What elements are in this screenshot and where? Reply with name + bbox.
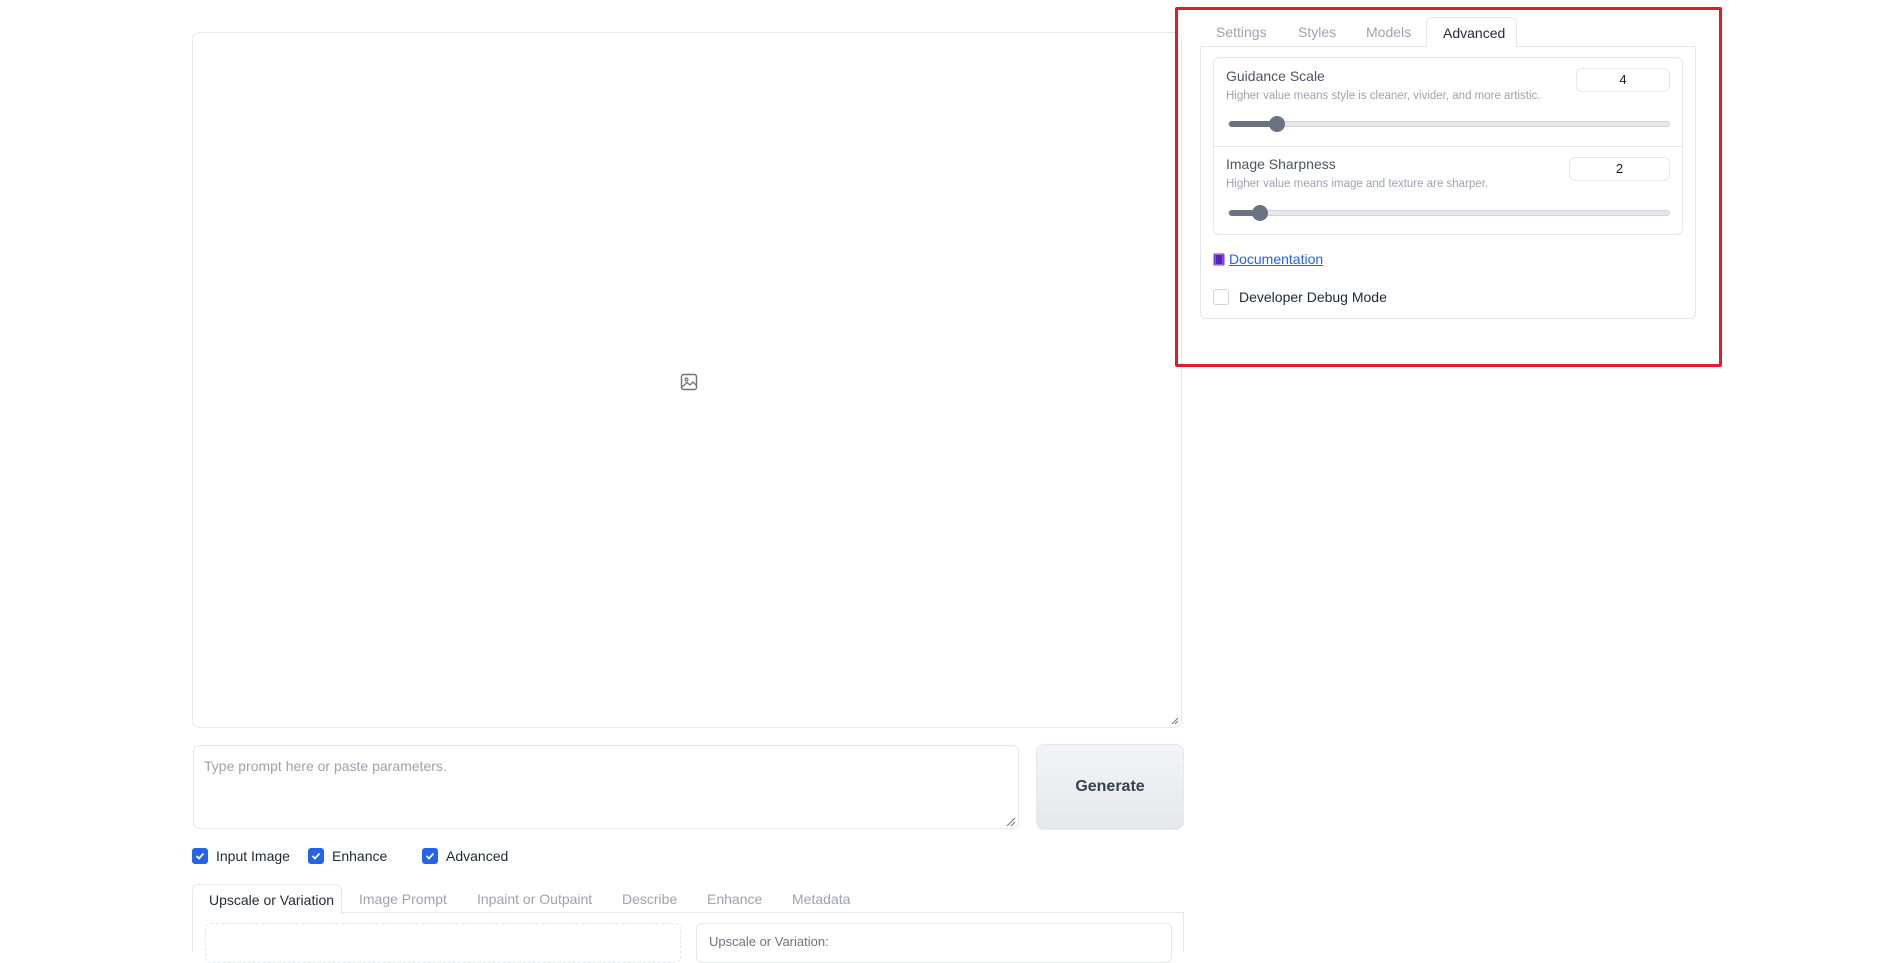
bottom-tabs: Upscale or Variation Image Prompt Inpain… <box>192 884 1184 914</box>
enhance-checkbox[interactable]: Enhance <box>308 848 387 864</box>
highlight-box <box>1175 7 1722 367</box>
image-output-area <box>192 32 1182 728</box>
checkbox-checked-icon[interactable] <box>192 848 208 864</box>
advanced-label: Advanced <box>446 848 509 864</box>
resize-handle-icon[interactable] <box>1171 717 1179 725</box>
generate-button[interactable]: Generate <box>1036 744 1184 830</box>
checkbox-checked-icon[interactable] <box>308 848 324 864</box>
image-placeholder-icon <box>680 373 698 391</box>
advanced-checkbox[interactable]: Advanced <box>422 848 508 864</box>
upscale-or-variation-label: Upscale or Variation: <box>709 934 829 949</box>
input-image-checkbox[interactable]: Input Image <box>192 848 290 864</box>
tab-image-prompt[interactable]: Image Prompt <box>359 884 447 914</box>
enhance-label: Enhance <box>332 848 388 864</box>
input-image-label: Input Image <box>216 848 290 864</box>
tab-metadata[interactable]: Metadata <box>792 884 850 914</box>
checkbox-checked-icon[interactable] <box>422 848 438 864</box>
upscale-image-drop-area[interactable] <box>205 923 681 963</box>
tab-inpaint-or-outpaint[interactable]: Inpaint or Outpaint <box>477 884 592 914</box>
tab-enhance[interactable]: Enhance <box>707 884 762 914</box>
prompt-resize-handle-icon[interactable] <box>1006 817 1016 827</box>
tab-upscale-or-variation[interactable]: Upscale or Variation <box>192 884 342 914</box>
prompt-input[interactable] <box>193 745 1019 829</box>
upscale-or-variation-options[interactable]: Upscale or Variation: <box>696 923 1172 963</box>
tab-describe[interactable]: Describe <box>622 884 677 914</box>
